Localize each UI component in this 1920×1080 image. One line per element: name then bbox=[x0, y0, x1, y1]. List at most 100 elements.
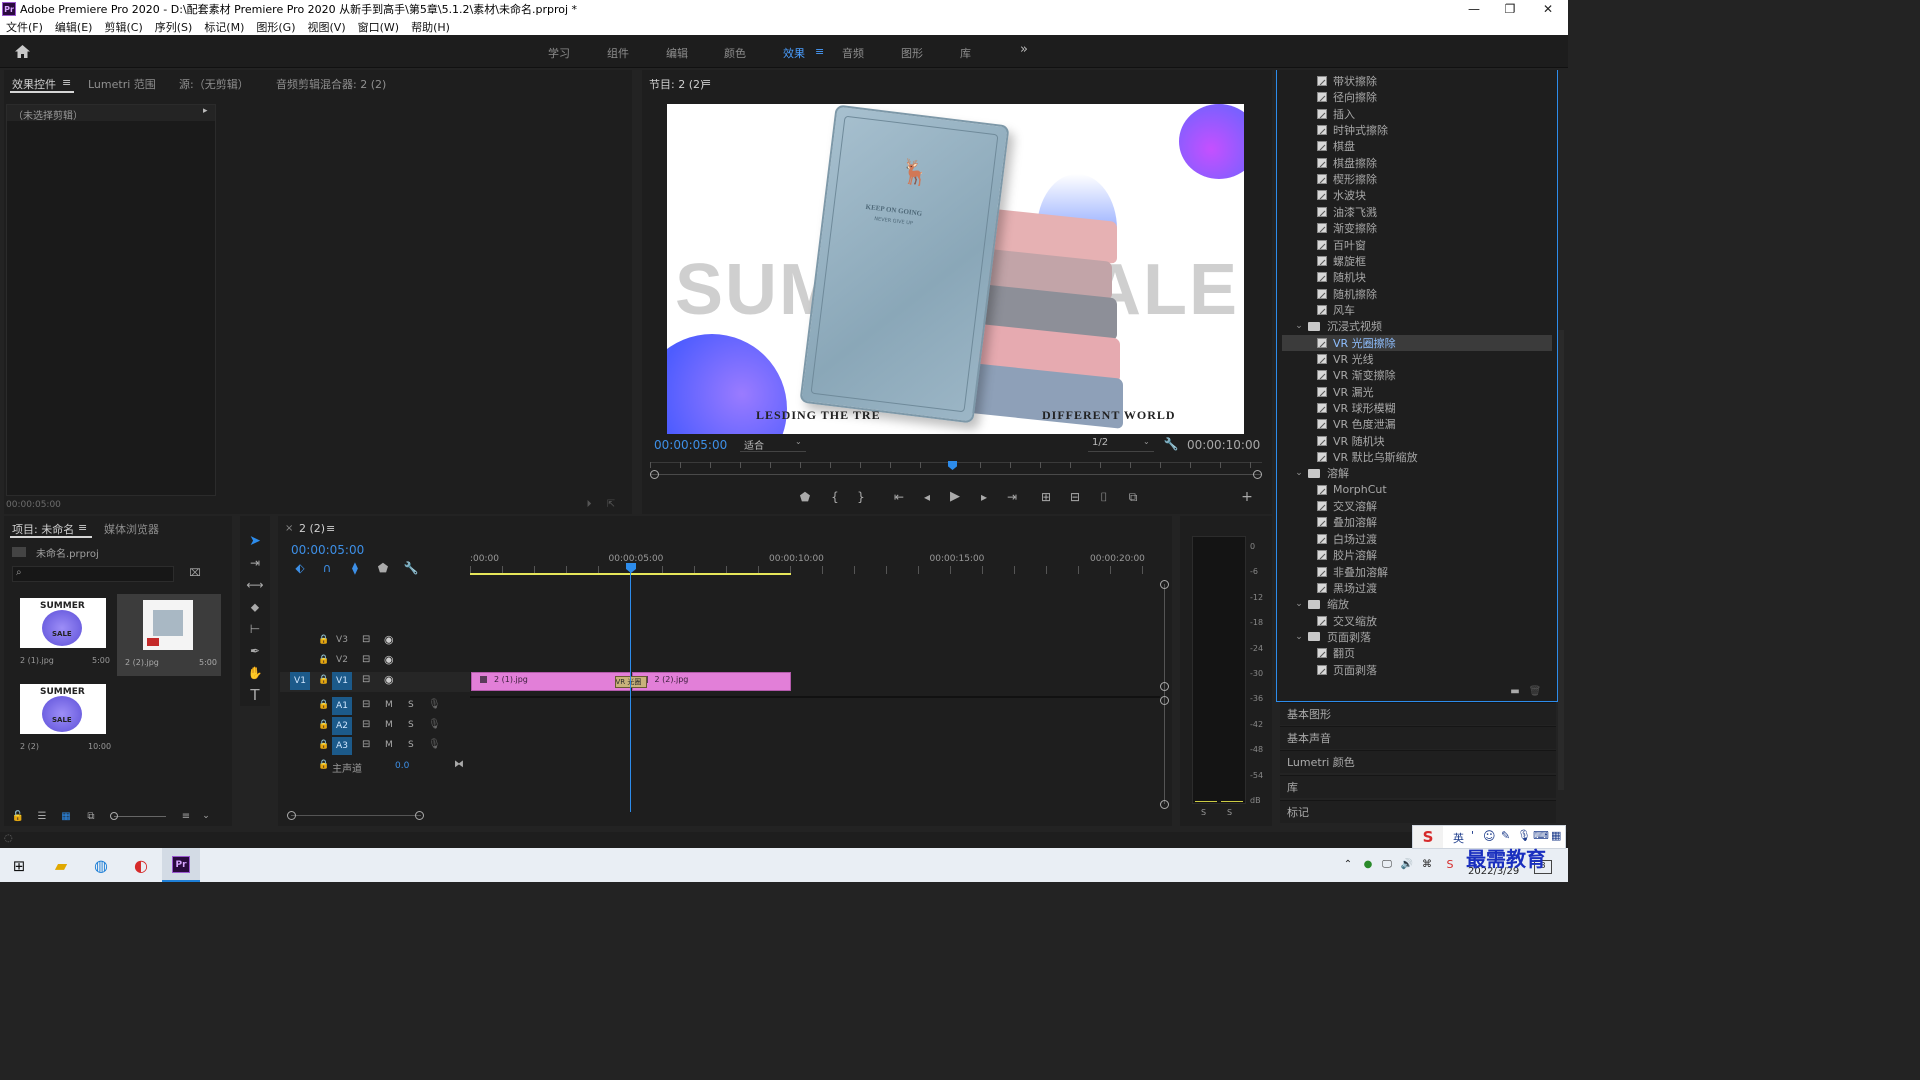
menu-clip[interactable]: 剪辑(C) bbox=[104, 19, 142, 35]
effects-item[interactable]: 翻页 bbox=[1282, 645, 1552, 661]
video-track-header[interactable]: V1 🔒 V1 ⊟ ◉ bbox=[280, 672, 470, 692]
tab-effect-controls[interactable]: 效果控件 bbox=[12, 76, 56, 92]
hand-tool-icon[interactable]: ✋ bbox=[246, 664, 264, 682]
go-to-in-icon[interactable]: ⇤ bbox=[892, 490, 906, 504]
expand-arrow-icon[interactable]: ▸ bbox=[203, 106, 208, 116]
program-menu-icon[interactable]: ≡ bbox=[702, 76, 711, 89]
track-target-a3[interactable]: A3 bbox=[332, 737, 352, 755]
punctuation-icon[interactable]: ' bbox=[1471, 829, 1474, 842]
volume-icon[interactable]: 🔊 bbox=[1400, 858, 1414, 870]
emoji-icon[interactable]: ☺ bbox=[1483, 829, 1496, 843]
project-search-input[interactable]: ⌕ bbox=[12, 566, 174, 582]
wrench-settings-icon[interactable]: 🔧 bbox=[1164, 437, 1179, 451]
h-scroll-handle-left[interactable] bbox=[287, 811, 296, 820]
track-select-tool-icon[interactable]: ⇥ bbox=[246, 554, 264, 572]
playhead-handle[interactable] bbox=[626, 563, 636, 573]
track-lock-icon[interactable]: 🔒 bbox=[318, 655, 329, 665]
sync-lock-icon[interactable]: ⊟ bbox=[362, 634, 370, 645]
effects-item[interactable]: 棋盘擦除 bbox=[1282, 155, 1552, 171]
effects-item[interactable]: VR 漏光 bbox=[1282, 384, 1552, 400]
v-scroll-handle-bottom[interactable] bbox=[1160, 800, 1169, 809]
mark-out-icon[interactable]: } bbox=[854, 490, 868, 504]
sync-lock-icon[interactable]: ⊟ bbox=[362, 654, 370, 665]
windows-start-icon[interactable]: ⊞ bbox=[10, 857, 28, 875]
tab-project[interactable]: 项目: 未命名 bbox=[12, 521, 74, 537]
go-to-end-icon[interactable]: ⧓ bbox=[454, 759, 464, 770]
h-scroll-handle-right[interactable] bbox=[415, 811, 424, 820]
timeline-clip[interactable]: 2 (2).jpg bbox=[631, 672, 791, 691]
add-marker-icon[interactable]: ⬟ bbox=[376, 561, 390, 575]
effects-item[interactable]: 白场过渡 bbox=[1282, 531, 1552, 547]
eye-visibility-icon[interactable]: ◉ bbox=[384, 633, 394, 646]
tray-app-icon[interactable]: ● bbox=[1362, 858, 1374, 870]
audio-track-header[interactable]: 🔒 A2 ⊟ M S 🎙 bbox=[280, 717, 470, 737]
mic-icon[interactable]: 🎙 bbox=[1517, 829, 1531, 842]
effects-item[interactable]: 黑场过渡 bbox=[1282, 580, 1552, 596]
effects-item[interactable]: VR 渐变擦除 bbox=[1282, 367, 1552, 383]
effects-item[interactable]: 风车 bbox=[1282, 302, 1552, 318]
workspace-menu-icon[interactable]: ≡ bbox=[815, 45, 824, 58]
track-target-a1[interactable]: A1 bbox=[332, 697, 352, 715]
tab-workspace-audio[interactable]: 音频 bbox=[842, 45, 864, 61]
effects-item[interactable]: 非叠加溶解 bbox=[1282, 564, 1552, 580]
edge-browser-icon[interactable]: ◍ bbox=[90, 854, 112, 876]
solo-button[interactable]: S bbox=[408, 700, 414, 710]
tray-chevron-up-icon[interactable]: ⌃ bbox=[1342, 858, 1354, 870]
tab-media-browser[interactable]: 媒体浏览器 bbox=[104, 521, 159, 537]
effects-item[interactable]: 棋盘 bbox=[1282, 138, 1552, 154]
effects-item[interactable]: 胶片溶解 bbox=[1282, 547, 1552, 563]
zoom-handle-right[interactable] bbox=[1253, 470, 1262, 479]
section-lumetri-color[interactable]: Lumetri 颜色 bbox=[1280, 750, 1556, 773]
add-marker-icon[interactable]: ⬟ bbox=[798, 490, 812, 504]
filter-icon[interactable]: ⏵ bbox=[582, 498, 596, 510]
sync-lock-icon[interactable]: ⊟ bbox=[362, 674, 370, 685]
tab-audio-clip-mixer[interactable]: 音频剪辑混合器: 2 (2) bbox=[276, 76, 386, 92]
sync-lock-icon[interactable]: ⊟ bbox=[362, 719, 370, 730]
chevron-down-icon[interactable]: ⌄ bbox=[1294, 632, 1304, 642]
sequence-tab[interactable]: 2 (2) bbox=[299, 522, 325, 535]
track-lock-icon[interactable]: 🔒 bbox=[318, 720, 329, 730]
zoom-handle-left[interactable] bbox=[650, 470, 659, 479]
slip-tool-icon[interactable]: ⊢ bbox=[246, 620, 264, 638]
extract-icon[interactable]: ⊟ bbox=[1068, 490, 1082, 504]
ripple-edit-tool-icon[interactable]: ⟷ bbox=[246, 576, 264, 594]
list-view-icon[interactable]: ☰ bbox=[36, 810, 48, 822]
tab-lumetri-scopes[interactable]: Lumetri 范围 bbox=[88, 76, 156, 92]
tab-workspace-effects[interactable]: 效果 bbox=[783, 45, 805, 61]
linked-selection-icon[interactable]: ⧫ bbox=[348, 561, 362, 575]
mute-button[interactable]: M bbox=[385, 720, 393, 730]
delete-icon[interactable]: 🗑 bbox=[1528, 685, 1542, 697]
track-target-v2[interactable]: V2 bbox=[332, 655, 352, 667]
new-bin-icon[interactable]: ▬ bbox=[1508, 685, 1522, 697]
track-target-v1[interactable]: V1 bbox=[332, 672, 352, 690]
sogou-logo-icon[interactable]: S bbox=[1413, 826, 1443, 848]
effects-folder[interactable]: ⌄ 溶解 bbox=[1282, 465, 1552, 481]
snap-magnet-icon[interactable]: ∩ bbox=[320, 561, 334, 575]
v-scroll-handle-mid2[interactable] bbox=[1160, 696, 1169, 705]
grid-menu-icon[interactable]: ▦ bbox=[1551, 829, 1561, 842]
premiere-taskbar-item[interactable]: Pr bbox=[162, 848, 200, 882]
tab-workspace-libraries[interactable]: 库 bbox=[960, 45, 971, 61]
mini-playhead[interactable] bbox=[948, 461, 957, 470]
effects-item[interactable]: 渐变擦除 bbox=[1282, 220, 1552, 236]
export-icon[interactable]: ⇱ bbox=[604, 498, 618, 510]
project-item-1[interactable]: SUMMER SALE 2 (1).jpg 5:00 bbox=[12, 594, 112, 674]
section-essential-sound[interactable]: 基本声音 bbox=[1280, 726, 1556, 749]
mic-record-icon[interactable]: 🎙 bbox=[428, 719, 441, 730]
tab-workspace-graphics[interactable]: 图形 bbox=[901, 45, 923, 61]
pen-tool-icon[interactable]: ✒ bbox=[246, 642, 264, 660]
close-button[interactable]: ✕ bbox=[1530, 0, 1566, 18]
media-app-icon[interactable]: ◐ bbox=[130, 854, 152, 876]
menu-graphics[interactable]: 图形(G) bbox=[256, 19, 295, 35]
effects-item[interactable]: VR 光圈擦除 bbox=[1282, 334, 1552, 351]
effects-item[interactable]: 螺旋框 bbox=[1282, 253, 1552, 269]
razor-tool-icon[interactable]: ⬥ bbox=[246, 598, 264, 616]
track-target-a2[interactable]: A2 bbox=[332, 717, 352, 735]
pen-icon[interactable]: ✎ bbox=[1501, 829, 1510, 842]
section-libraries[interactable]: 库 bbox=[1280, 775, 1556, 798]
menu-edit[interactable]: 编辑(E) bbox=[55, 19, 93, 35]
effects-item[interactable]: VR 球形模糊 bbox=[1282, 400, 1552, 416]
solo-left-button[interactable]: S bbox=[1201, 808, 1206, 817]
effects-item[interactable]: 楔形擦除 bbox=[1282, 171, 1552, 187]
source-patch-v1[interactable]: V1 bbox=[290, 672, 310, 690]
